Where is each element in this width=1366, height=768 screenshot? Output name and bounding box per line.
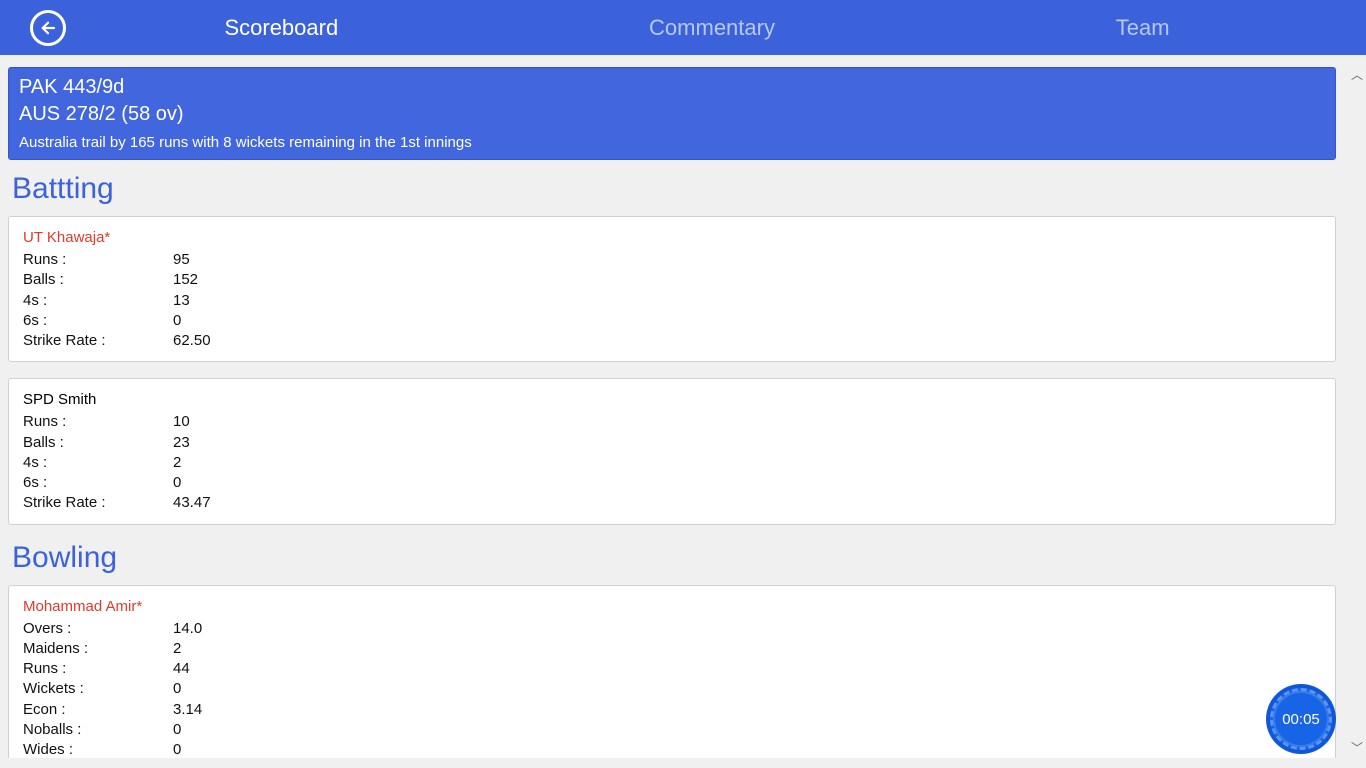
- stat-label: Wickets :: [23, 679, 173, 699]
- stat-label: Runs :: [23, 250, 173, 270]
- stat-label: 4s :: [23, 453, 173, 473]
- stat-label: Strike Rate :: [23, 331, 173, 351]
- stat-value: 3.14: [173, 700, 202, 720]
- stat-row: 4s :13: [23, 291, 1321, 311]
- scrollbar[interactable]: ︿ ﹀: [1348, 67, 1366, 756]
- stat-value: 152: [173, 270, 198, 290]
- stat-value: 23: [173, 433, 190, 453]
- bowler-name: Mohammad Amir*: [23, 598, 1321, 615]
- stat-label: Econ :: [23, 700, 173, 720]
- stat-label: Noballs :: [23, 720, 173, 740]
- stat-value: 14.0: [173, 619, 202, 639]
- stat-value: 0: [173, 740, 181, 758]
- stat-label: Balls :: [23, 433, 173, 453]
- page-content: PAK 443/9d AUS 278/2 (58 ov) Australia t…: [0, 55, 1366, 768]
- stat-row: Runs :95: [23, 250, 1321, 270]
- bowling-card: Mohammad Amir* Overs :14.0 Maidens :2 Ru…: [8, 585, 1336, 759]
- stat-row: 4s :2: [23, 453, 1321, 473]
- summary-status: Australia trail by 165 runs with 8 wicke…: [19, 134, 1325, 151]
- scroll-up-icon[interactable]: ︿: [1351, 67, 1363, 83]
- stat-row: Maidens :2: [23, 639, 1321, 659]
- tabs: Scoreboard Commentary Team: [66, 0, 1358, 55]
- stat-label: 6s :: [23, 473, 173, 493]
- stat-row: Wides :0: [23, 740, 1321, 758]
- stat-row: Noballs :0: [23, 720, 1321, 740]
- stat-label: Runs :: [23, 659, 173, 679]
- stat-row: Balls :152: [23, 270, 1321, 290]
- stat-value: 2: [173, 453, 181, 473]
- stat-label: Wides :: [23, 740, 173, 758]
- back-button[interactable]: [30, 10, 66, 46]
- stat-row: Wickets :0: [23, 679, 1321, 699]
- tab-scoreboard[interactable]: Scoreboard: [66, 0, 497, 55]
- stat-label: Strike Rate :: [23, 493, 173, 513]
- batting-card: SPD Smith Runs :10 Balls :23 4s :2 6s :0…: [8, 378, 1336, 524]
- stat-label: Maidens :: [23, 639, 173, 659]
- stat-value: 2: [173, 639, 181, 659]
- stat-value: 0: [173, 311, 181, 331]
- stat-row: Strike Rate :43.47: [23, 493, 1321, 513]
- stat-row: Runs :10: [23, 412, 1321, 432]
- scroll-area[interactable]: PAK 443/9d AUS 278/2 (58 ov) Australia t…: [8, 67, 1336, 758]
- stat-row: Overs :14.0: [23, 619, 1321, 639]
- stat-row: Runs :44: [23, 659, 1321, 679]
- stat-value: 10: [173, 412, 190, 432]
- stat-value: 0: [173, 720, 181, 740]
- stat-row: Strike Rate :62.50: [23, 331, 1321, 351]
- stat-label: 4s :: [23, 291, 173, 311]
- arrow-left-icon: [39, 19, 57, 37]
- stat-row: 6s :0: [23, 473, 1321, 493]
- stat-value: 0: [173, 679, 181, 699]
- stat-value: 43.47: [173, 493, 211, 513]
- summary-line-1: PAK 443/9d: [19, 74, 1325, 101]
- stat-label: Overs :: [23, 619, 173, 639]
- stat-label: 6s :: [23, 311, 173, 331]
- match-summary: PAK 443/9d AUS 278/2 (58 ov) Australia t…: [8, 67, 1336, 160]
- stat-value: 62.50: [173, 331, 211, 351]
- section-title-bowling: Bowling: [12, 541, 1336, 575]
- stat-row: Balls :23: [23, 433, 1321, 453]
- tab-team[interactable]: Team: [927, 0, 1358, 55]
- stat-value: 13: [173, 291, 190, 311]
- stat-label: Balls :: [23, 270, 173, 290]
- batting-card: UT Khawaja* Runs :95 Balls :152 4s :13 6…: [8, 216, 1336, 362]
- tab-commentary[interactable]: Commentary: [497, 0, 928, 55]
- stat-value: 0: [173, 473, 181, 493]
- batter-name: UT Khawaja*: [23, 229, 1321, 246]
- stat-row: Econ :3.14: [23, 700, 1321, 720]
- stat-value: 44: [173, 659, 190, 679]
- section-title-batting: Battting: [12, 172, 1336, 206]
- summary-line-2: AUS 278/2 (58 ov): [19, 101, 1325, 128]
- refresh-timer[interactable]: 00:05: [1270, 688, 1332, 750]
- batter-name: SPD Smith: [23, 391, 1321, 408]
- stat-label: Runs :: [23, 412, 173, 432]
- scroll-down-icon[interactable]: ﹀: [1351, 740, 1363, 756]
- topbar: Scoreboard Commentary Team: [0, 0, 1366, 55]
- stat-value: 95: [173, 250, 190, 270]
- stat-row: 6s :0: [23, 311, 1321, 331]
